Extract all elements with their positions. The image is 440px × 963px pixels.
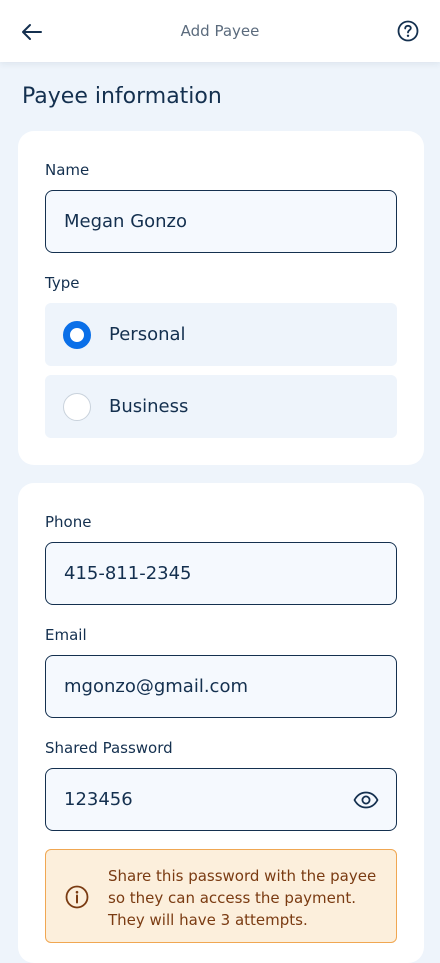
type-option-business[interactable]: Business	[45, 375, 397, 438]
help-button[interactable]	[396, 18, 420, 44]
email-input[interactable]: mgonzo@gmail.com	[45, 655, 397, 718]
arrow-left-icon	[22, 24, 42, 40]
section-title: Payee information	[22, 84, 222, 109]
password-notice: Share this password with the payee so th…	[45, 849, 397, 943]
notice-text: Share this password with the payee so th…	[108, 867, 377, 929]
info-icon	[64, 884, 90, 910]
payee-info-card: Name Megan Gonzo Type Personal Business	[18, 131, 424, 465]
phone-label: Phone	[45, 513, 92, 531]
phone-input[interactable]: 415-811-2345	[45, 542, 397, 605]
page-title: Add Payee	[180, 22, 260, 40]
radio-unchecked-icon	[63, 392, 91, 421]
radio-checked-icon	[63, 320, 91, 349]
contact-card: Phone 415-811-2345 Email mgonzo@gmail.co…	[18, 483, 424, 963]
eye-icon	[353, 791, 379, 809]
password-value: 123456	[64, 789, 133, 810]
email-value: mgonzo@gmail.com	[64, 676, 248, 697]
type-label: Type	[45, 274, 80, 292]
name-input[interactable]: Megan Gonzo	[45, 190, 397, 253]
type-option-label: Business	[109, 396, 189, 417]
email-label: Email	[45, 626, 87, 644]
top-app-bar: Add Payee	[0, 0, 440, 62]
back-button[interactable]	[18, 18, 46, 46]
phone-value: 415-811-2345	[64, 563, 192, 584]
name-label: Name	[45, 161, 90, 179]
question-circle-icon	[397, 20, 419, 42]
password-input[interactable]: 123456	[45, 768, 397, 831]
type-option-label: Personal	[109, 324, 186, 345]
password-label: Shared Password	[45, 739, 173, 757]
type-option-personal[interactable]: Personal	[45, 303, 397, 366]
show-password-button[interactable]	[352, 787, 380, 813]
name-value: Megan Gonzo	[64, 211, 188, 232]
